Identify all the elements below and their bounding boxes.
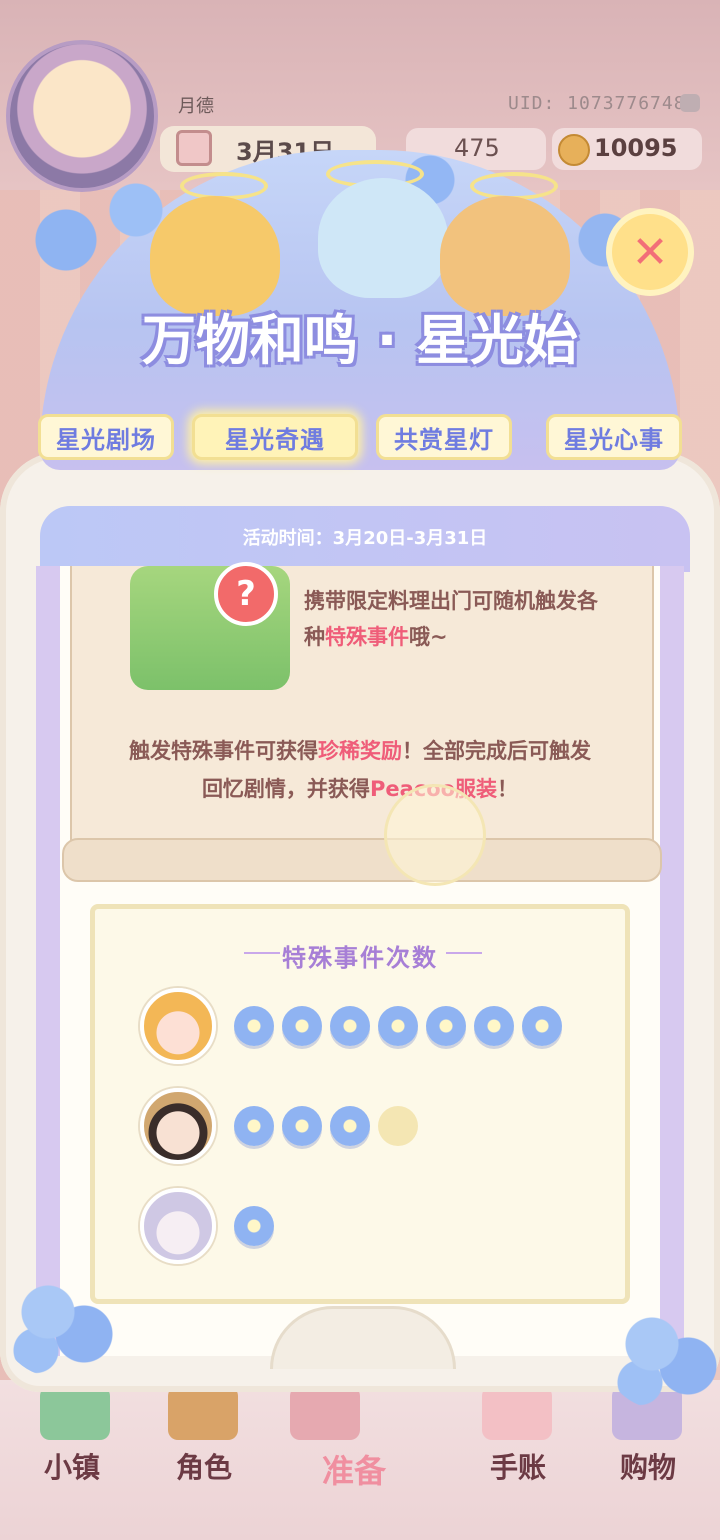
- event-title: 万物和鸣 · 星光始: [141, 309, 579, 372]
- nav-prepare[interactable]: 准备: [322, 1446, 386, 1492]
- flower-icon: [330, 1006, 370, 1046]
- town-icon[interactable]: [40, 1386, 110, 1440]
- flower-icon: [282, 1106, 322, 1146]
- flower-icon: [234, 1106, 274, 1146]
- flower-icon: [426, 1006, 466, 1046]
- journal-icon[interactable]: [482, 1386, 552, 1440]
- player-uid: UID: 1073776748: [508, 93, 686, 114]
- tab-star-lanterns[interactable]: 共赏星灯: [376, 414, 512, 460]
- nav-journal[interactable]: 手账: [490, 1446, 546, 1486]
- event-time: 活动时间：3月20日-3月31日: [40, 506, 690, 572]
- tab-starlight-thoughts[interactable]: 星光心事: [546, 414, 682, 460]
- prepare-icon[interactable]: [290, 1386, 360, 1440]
- tap-indicator: [384, 784, 486, 886]
- copy-icon[interactable]: [680, 94, 700, 112]
- flower-row-1: [234, 1006, 562, 1046]
- flower-icon: [234, 1206, 274, 1246]
- flower-icon: [330, 1106, 370, 1146]
- flower-icon: [234, 1006, 274, 1046]
- flower-decoration: [0, 1268, 120, 1378]
- flower-icon: [378, 1006, 418, 1046]
- close-button[interactable]: ✕: [612, 214, 688, 290]
- nav-character[interactable]: 角色: [176, 1446, 232, 1486]
- info-text-1: 携带限定料理出门可随机触发各种特殊事件哦~: [304, 589, 598, 649]
- question-icon: ?: [214, 562, 278, 626]
- flower-icon: [378, 1106, 418, 1146]
- flower-icon: [282, 1006, 322, 1046]
- flower-decoration: [604, 1300, 720, 1410]
- info-text-2: 触发特殊事件可获得珍稀奖励！全部完成后可触发回忆剧情，并获得Peacoo服装！: [129, 739, 591, 801]
- tab-starlight-encounter[interactable]: 星光奇遇: [192, 414, 358, 460]
- character-avatar: [140, 988, 216, 1064]
- flower-icon: [522, 1006, 562, 1046]
- player-name: 月德: [178, 96, 214, 117]
- character-avatar: [140, 1088, 216, 1164]
- character-portrait: [318, 178, 448, 298]
- event-count-title: 特殊事件次数: [282, 944, 438, 972]
- flower-icon: [474, 1006, 514, 1046]
- nav-town[interactable]: 小镇: [44, 1446, 100, 1486]
- scroll-roll: [62, 838, 662, 882]
- flower-row-2: [234, 1106, 418, 1146]
- character-avatar: [140, 1188, 216, 1264]
- close-icon: ✕: [631, 226, 669, 278]
- flower-row-3: [234, 1206, 274, 1246]
- nav-shop[interactable]: 购物: [620, 1446, 676, 1486]
- character-icon[interactable]: [168, 1386, 238, 1440]
- tab-starlight-theater[interactable]: 星光剧场: [38, 414, 174, 460]
